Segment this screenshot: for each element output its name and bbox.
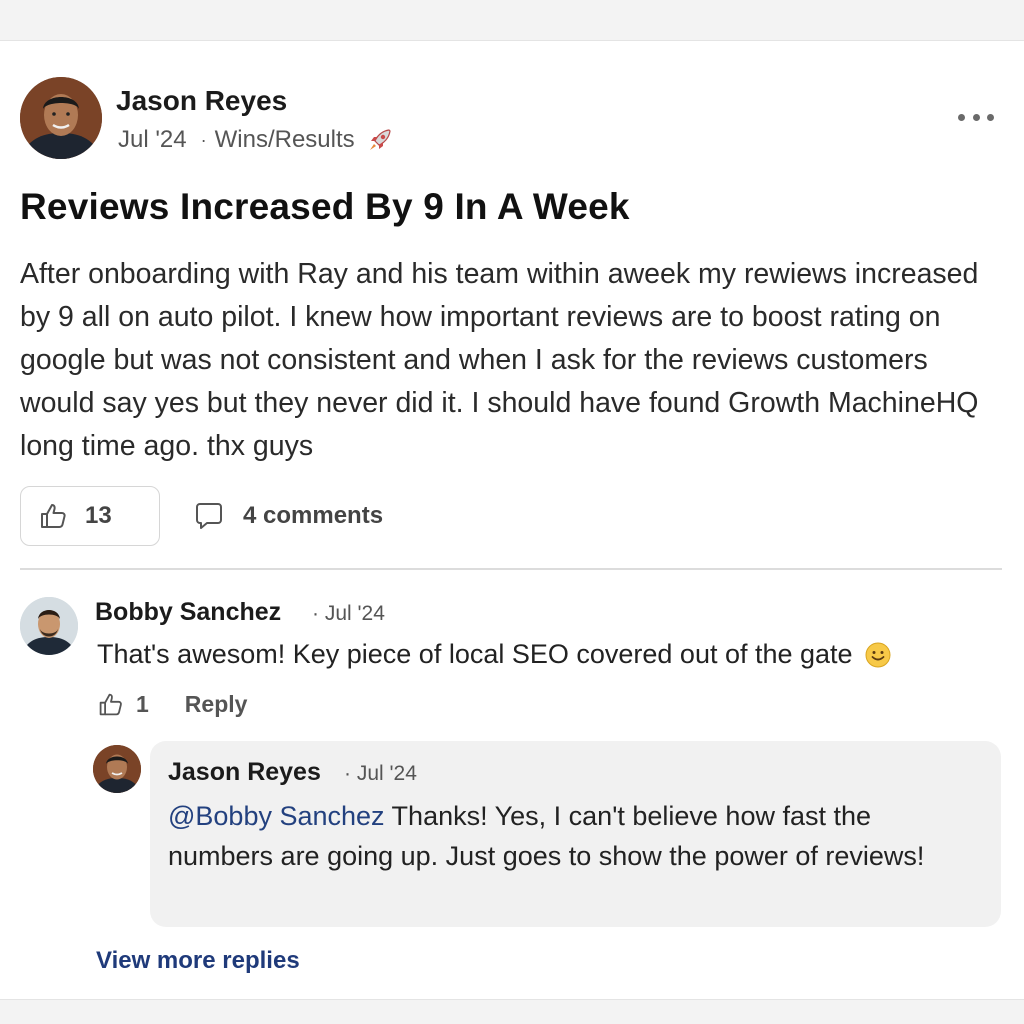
- comment-time: · Jul '24: [312, 602, 385, 625]
- reply-button[interactable]: Reply: [185, 691, 248, 718]
- comment-text-row: That's awesom! Key piece of local SEO co…: [97, 639, 891, 670]
- view-more-replies-link[interactable]: View more replies: [96, 947, 300, 975]
- post-date: Jul '24: [118, 126, 187, 153]
- post-body: After onboarding with Ray and his team w…: [20, 258, 979, 462]
- comment-icon: [196, 503, 222, 529]
- meta-separator: ·: [200, 129, 207, 150]
- comments-button[interactable]: 4 comments: [193, 500, 383, 532]
- mention-link[interactable]: @Bobby Sanchez: [168, 801, 385, 831]
- like-button[interactable]: 13: [20, 486, 160, 546]
- reply-bubble: Jason Reyes · Jul '24 @Bobby Sanchez Tha…: [150, 741, 1001, 927]
- dot-icon: [972, 113, 980, 121]
- reply-author-name[interactable]: Jason Reyes: [168, 758, 321, 787]
- dot-icon: [958, 113, 965, 121]
- author-avatar[interactable]: [20, 77, 102, 159]
- more-options-button[interactable]: [958, 107, 994, 127]
- rocket-icon: [369, 129, 391, 150]
- comments-count: 4 comments: [243, 502, 384, 529]
- post-title: Reviews Increased By 9 In A Week: [20, 186, 630, 227]
- comment-actions: 1 Reply: [97, 691, 247, 718]
- commenter-avatar[interactable]: [20, 597, 78, 655]
- thumbs-up-icon: [41, 504, 66, 528]
- commenter-avatar-image: [20, 597, 78, 655]
- author-name[interactable]: Jason Reyes: [116, 85, 287, 117]
- like-count: 13: [85, 502, 112, 529]
- reply-text: @Bobby Sanchez Thanks! Yes, I can't beli…: [168, 796, 968, 876]
- dot-icon: [987, 113, 994, 121]
- divider: [20, 568, 1002, 570]
- smiley-emoji: [865, 642, 891, 667]
- reply-time: · Jul '24: [344, 762, 417, 785]
- post-category[interactable]: Wins/Results: [215, 126, 355, 154]
- comment-text: That's awesom! Key piece of local SEO co…: [97, 639, 853, 669]
- reply-author-avatar-image: [93, 745, 141, 793]
- author-avatar-image: [20, 77, 102, 159]
- thumbs-up-icon[interactable]: [97, 691, 124, 718]
- reply-author-avatar[interactable]: [93, 745, 141, 793]
- post-meta: Jul '24 · Wins/Results: [118, 126, 393, 154]
- commenter-name[interactable]: Bobby Sanchez: [95, 598, 281, 627]
- comment-like-count: 1: [136, 691, 149, 717]
- post-card: Jason Reyes Jul '24 · Wins/Results Revie…: [0, 40, 1024, 1000]
